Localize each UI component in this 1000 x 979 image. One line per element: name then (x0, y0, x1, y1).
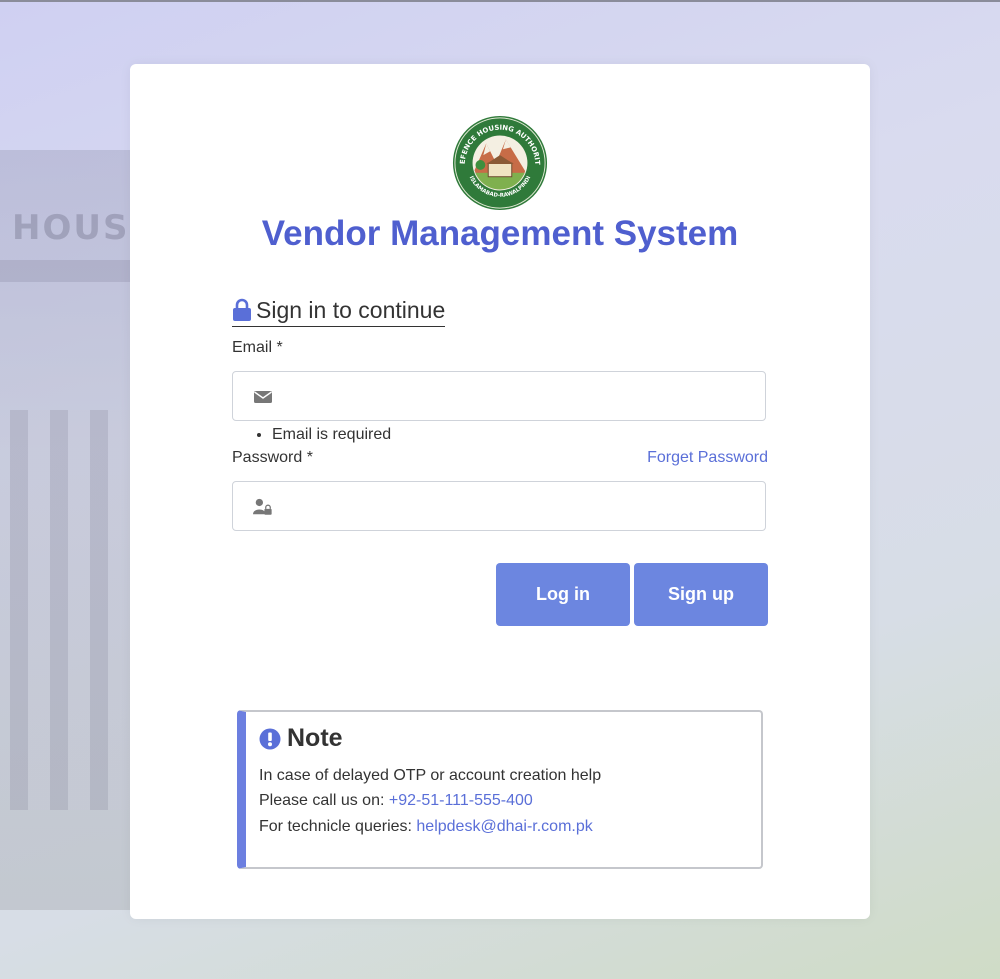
email-error-list: Email is required (232, 426, 391, 444)
login-button[interactable]: Log in (496, 563, 630, 626)
note-line-otp: In case of delayed OTP or account creati… (259, 767, 602, 784)
email-error-message: Email is required (272, 426, 391, 444)
lock-icon (233, 298, 251, 321)
signup-button[interactable]: Sign up (634, 563, 768, 626)
email-field-container (232, 371, 766, 422)
user-lock-icon (253, 498, 272, 515)
password-field-container (232, 481, 766, 532)
note-title-text: Note (287, 724, 343, 752)
phone-link[interactable]: +92-51-111-555-400 (389, 792, 533, 809)
signin-heading: Sign in to continue (232, 294, 446, 327)
note-title: Note (259, 724, 343, 753)
note-box: Note In case of delayed OTP or account c… (237, 710, 763, 869)
email-label: Email * (232, 339, 283, 356)
helpdesk-email-link[interactable]: helpdesk@dhai-r.com.pk (416, 818, 592, 835)
note-phone-prefix: Please call us on: (259, 792, 389, 809)
envelope-icon (254, 391, 272, 403)
note-line-phone: Please call us on: +92-51-111-555-400 (259, 792, 533, 810)
background-building-image (0, 150, 140, 910)
app-title: Vendor Management System (261, 214, 739, 253)
password-label: Password * (232, 449, 313, 466)
login-card: DEFENCE HOUSING AUTHORITY ISLAMABAD-RAWA… (130, 64, 870, 919)
signin-heading-text: Sign in to continue (256, 296, 446, 323)
email-input[interactable] (285, 372, 759, 422)
exclamation-circle-icon (259, 728, 281, 749)
top-border-line (0, 0, 1000, 2)
note-email-prefix: For technicle queries: (259, 818, 417, 835)
dha-logo: DEFENCE HOUSING AUTHORITY ISLAMABAD-RAWA… (451, 114, 548, 211)
password-input[interactable] (285, 482, 759, 532)
note-line-email: For technicle queries: helpdesk@dhai-r.c… (259, 818, 593, 836)
forget-password-link[interactable]: Forget Password (647, 449, 768, 467)
